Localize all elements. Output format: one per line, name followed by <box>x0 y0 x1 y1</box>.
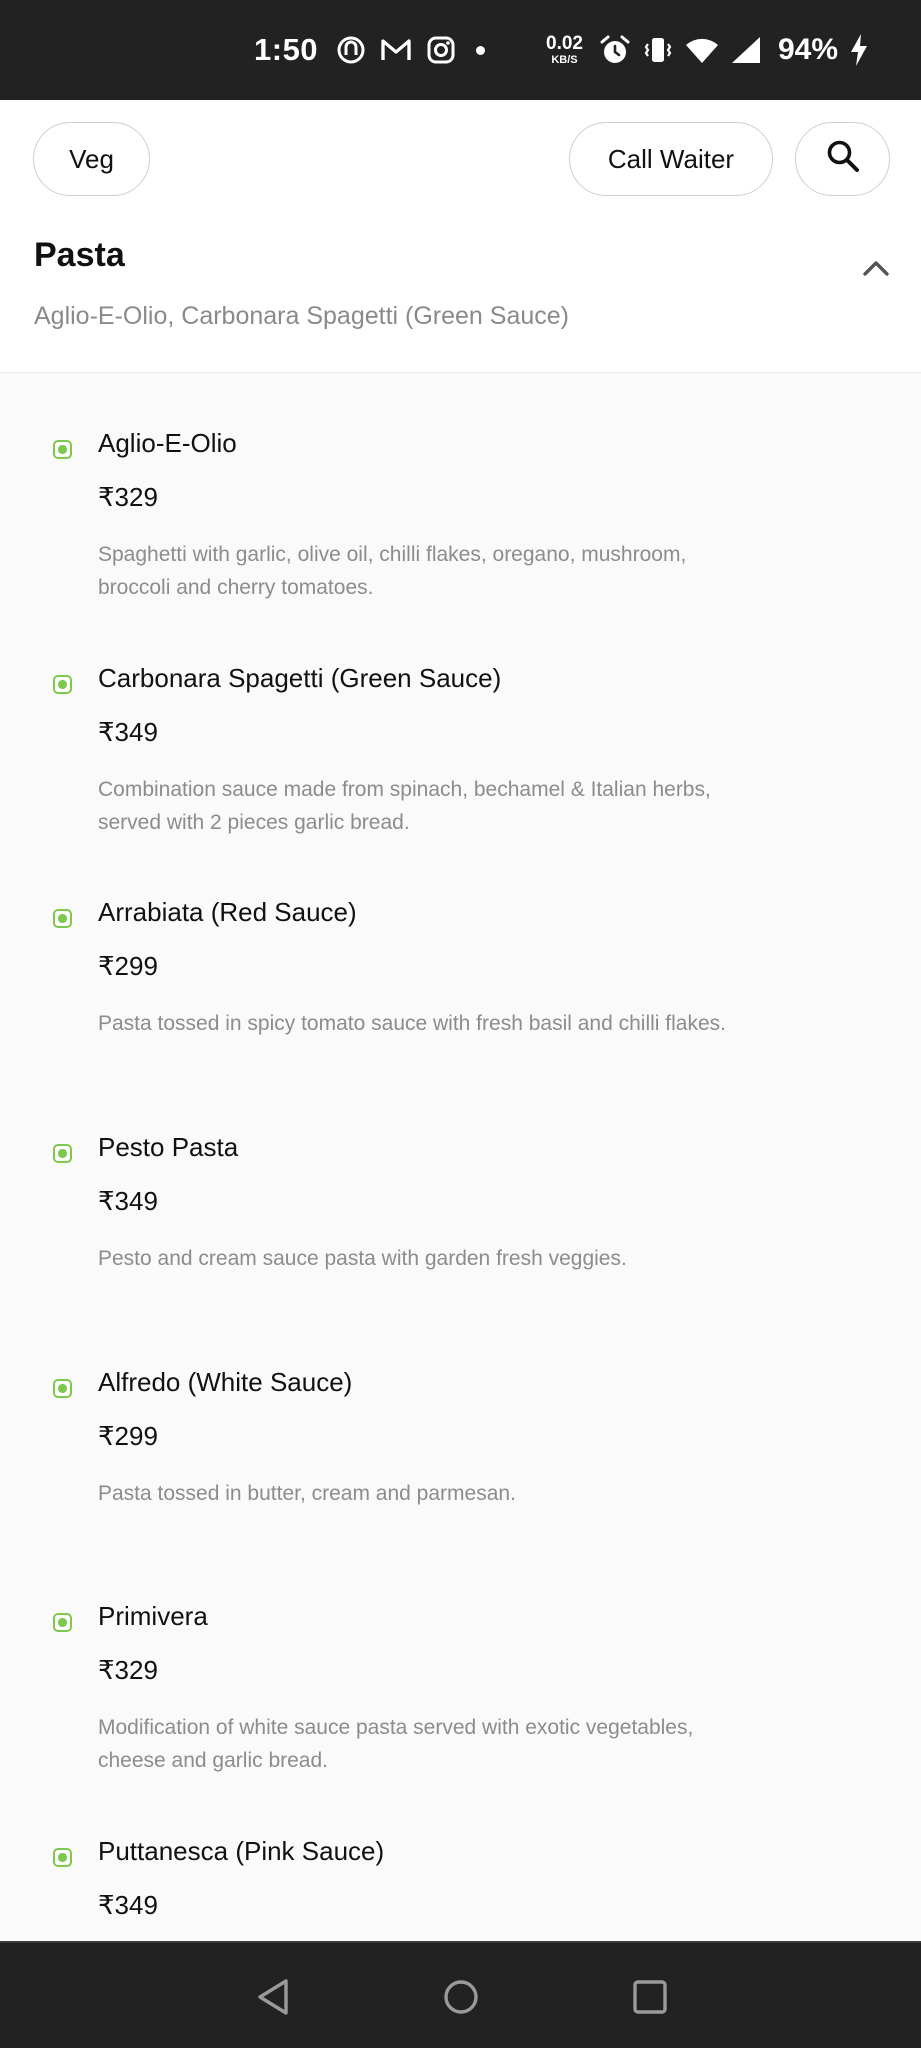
chevron-up-icon[interactable] <box>862 258 890 283</box>
item-price: ₹349 <box>98 1186 158 1216</box>
menu-item-list: Aglio-E-Olio ₹329 Spaghetti with garlic,… <box>0 373 921 1941</box>
veg-indicator-icon <box>53 1848 72 1867</box>
call-waiter-label: Call Waiter <box>607 143 735 174</box>
home-icon[interactable] <box>441 1977 481 2022</box>
item-price: ₹349 <box>98 717 158 747</box>
item-price: ₹329 <box>98 1655 158 1685</box>
network-speed: 0.02 KB/S <box>546 0 583 100</box>
veg-filter-button[interactable]: Veg <box>33 122 150 196</box>
veg-indicator-icon <box>53 675 72 694</box>
veg-indicator-icon <box>53 909 72 928</box>
item-description: Pasta tossed in butter, cream and parmes… <box>98 1482 516 1505</box>
item-name: Alfredo (White Sauce) <box>98 1367 353 1397</box>
veg-indicator-icon <box>53 1379 72 1398</box>
menu-item[interactable]: Arrabiata (Red Sauce) ₹299 Pasta tossed … <box>0 889 921 1123</box>
sync-app-icon <box>336 35 366 65</box>
veg-filter-label: Veg <box>69 143 114 174</box>
item-price: ₹299 <box>98 951 158 981</box>
item-name: Pesto Pasta <box>98 1132 239 1162</box>
veg-indicator-icon <box>53 440 72 459</box>
signal-icon <box>730 35 762 65</box>
item-name: Primivera <box>98 1601 208 1631</box>
menu-item[interactable]: Carbonara Spagetti (Green Sauce) ₹349 Co… <box>0 655 921 889</box>
search-button[interactable] <box>795 122 890 196</box>
item-name: Puttanesca (Pink Sauce) <box>98 1836 385 1866</box>
charging-bolt-icon <box>848 33 870 67</box>
menu-item[interactable]: Alfredo (White Sauce) ₹299 Pasta tossed … <box>0 1359 921 1593</box>
item-description: Pesto and cream sauce pasta with garden … <box>98 1247 627 1270</box>
item-description: Pasta tossed in spicy tomato sauce with … <box>98 1012 726 1035</box>
system-nav-bar <box>0 1941 921 2048</box>
category-subtitle: Aglio-E-Olio, Carbonara Spagetti (Green … <box>34 302 569 330</box>
alarm-icon <box>598 33 632 67</box>
item-name: Carbonara Spagetti (Green Sauce) <box>98 663 502 693</box>
item-description: Combination sauce made from spinach, bec… <box>98 778 711 834</box>
network-speed-value: 0.02 <box>546 33 583 54</box>
wifi-icon <box>684 35 720 65</box>
menu-item[interactable]: Primivera ₹329 Modification of white sau… <box>0 1593 921 1827</box>
veg-indicator-icon <box>53 1144 72 1163</box>
veg-indicator-icon <box>53 1613 72 1632</box>
back-icon[interactable] <box>255 1977 291 2022</box>
instagram-icon <box>426 35 456 65</box>
category-title: Pasta <box>34 236 125 274</box>
menu-item[interactable]: Puttanesca (Pink Sauce) ₹349 <box>0 1828 921 1941</box>
status-time: 1:50 <box>254 32 319 67</box>
battery-percent: 94% <box>778 33 839 66</box>
item-description: Spaghetti with garlic, olive oil, chilli… <box>98 543 687 599</box>
item-price: ₹329 <box>98 482 158 512</box>
item-price: ₹299 <box>98 1421 158 1451</box>
item-description: Modification of white sauce pasta served… <box>98 1716 694 1772</box>
gmail-icon <box>380 37 412 63</box>
item-price: ₹349 <box>98 1890 158 1920</box>
menu-item[interactable]: Pesto Pasta ₹349 Pesto and cream sauce p… <box>0 1124 921 1358</box>
vibrate-icon <box>642 34 674 66</box>
notification-icons <box>336 0 489 100</box>
recents-icon[interactable] <box>630 1977 670 2022</box>
item-name: Aglio-E-Olio <box>98 428 237 458</box>
call-waiter-button[interactable]: Call Waiter <box>569 122 773 196</box>
item-name: Arrabiata (Red Sauce) <box>98 897 357 927</box>
status-bar: 1:50 0.02 KB/S 94% <box>0 0 921 100</box>
search-icon <box>825 138 861 181</box>
network-speed-unit: KB/S <box>551 54 578 66</box>
system-status-icons: 94% <box>598 0 870 100</box>
menu-item[interactable]: Aglio-E-Olio ₹329 Spaghetti with garlic,… <box>0 420 921 654</box>
more-notifications-dot <box>476 45 485 55</box>
